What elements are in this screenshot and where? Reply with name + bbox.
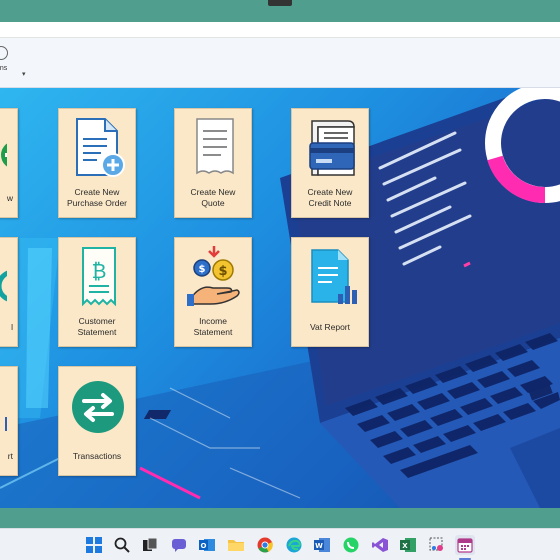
tile-label-line2: Purchase Order bbox=[67, 198, 127, 208]
options-gear-icon[interactable] bbox=[0, 46, 8, 60]
snap-grip-handle[interactable] bbox=[268, 0, 292, 6]
ribbon-dropdown-caret-icon[interactable]: ▾ bbox=[22, 70, 26, 78]
bar-icon bbox=[5, 417, 7, 431]
tile-label-line1: Create New bbox=[307, 187, 353, 197]
tile-create-new-credit-note[interactable]: Create New Credit Note bbox=[291, 108, 369, 218]
svg-text:X: X bbox=[402, 542, 408, 550]
money-hand-icon: $ $ bbox=[187, 246, 240, 306]
windows-taskbar: O W X bbox=[0, 528, 560, 560]
visual-studio-icon[interactable] bbox=[370, 535, 390, 555]
window-bottom-bar bbox=[0, 508, 560, 528]
dashboard-background: w Create New Purchase Order Create New Q… bbox=[0, 88, 560, 508]
snipping-tool-icon[interactable] bbox=[427, 535, 447, 555]
window-header-strip bbox=[0, 22, 560, 38]
chrome-icon[interactable] bbox=[255, 535, 275, 555]
whatsapp-icon[interactable] bbox=[341, 535, 361, 555]
tile-create-new-quote[interactable]: Create New Quote bbox=[174, 108, 252, 218]
exchange-arrows-icon bbox=[72, 381, 124, 433]
calendar-app-icon[interactable] bbox=[455, 535, 475, 555]
svg-text:W: W bbox=[315, 542, 323, 550]
tile-partial-left-3[interactable]: rt bbox=[0, 366, 18, 476]
outlook-icon[interactable]: O bbox=[197, 535, 217, 555]
credit-card-receipt-icon bbox=[309, 120, 355, 176]
svg-text:O: O bbox=[201, 542, 207, 550]
tile-vat-report[interactable]: Vat Report bbox=[291, 237, 369, 347]
receipt-icon bbox=[196, 118, 234, 175]
task-view-icon[interactable] bbox=[140, 535, 160, 555]
tile-label: Create New Quote bbox=[177, 187, 249, 209]
tile-partial-left-2[interactable]: l bbox=[0, 237, 18, 347]
tile-label-line1: Customer bbox=[78, 316, 116, 326]
ribbon-toolbar: ons ▾ bbox=[0, 38, 560, 88]
tile-label-line1: Create New bbox=[190, 187, 236, 197]
tile-customer-statement[interactable]: ₿ Customer Statement bbox=[58, 237, 136, 347]
tile-label: Customer Statement bbox=[61, 316, 133, 338]
tile-label: Create New Credit Note bbox=[294, 187, 366, 209]
tile-label: Transactions bbox=[72, 451, 122, 461]
tile-label: Vat Report bbox=[309, 322, 350, 332]
tile-create-new-purchase-order[interactable]: Create New Purchase Order bbox=[58, 108, 136, 218]
tile-label: l bbox=[11, 322, 13, 332]
svg-text:₿: ₿ bbox=[92, 259, 107, 283]
tile-create-new-invoice[interactable]: w bbox=[0, 108, 18, 218]
document-add-icon bbox=[76, 118, 125, 177]
bitcoin-receipt-icon: ₿ bbox=[82, 247, 116, 307]
tile-income-statement[interactable]: $ $ Income Statement bbox=[174, 237, 252, 347]
chat-icon[interactable] bbox=[169, 535, 189, 555]
tile-label-line2: Quote bbox=[201, 198, 225, 208]
word-icon[interactable]: W bbox=[312, 535, 332, 555]
tile-label-line2: Statement bbox=[77, 327, 117, 337]
add-green-icon bbox=[1, 143, 7, 167]
tile-label-line1: Income bbox=[199, 316, 227, 326]
windows-start-icon[interactable] bbox=[84, 535, 104, 555]
tile-label-line2: Statement bbox=[193, 327, 233, 337]
window-title-bar bbox=[0, 0, 560, 22]
ribbon-options-label[interactable]: ons bbox=[0, 65, 7, 72]
search-icon[interactable] bbox=[112, 535, 132, 555]
tile-transactions[interactable]: Transactions bbox=[58, 366, 136, 476]
report-chart-icon bbox=[311, 249, 357, 304]
excel-icon[interactable]: X bbox=[398, 535, 418, 555]
tile-label: Create New Purchase Order bbox=[61, 187, 133, 209]
svg-text:$: $ bbox=[218, 264, 227, 279]
tile-label: Income Statement bbox=[177, 316, 249, 338]
tile-label: rt bbox=[7, 451, 13, 461]
file-explorer-icon[interactable] bbox=[226, 535, 246, 555]
tile-label-line2: Credit Note bbox=[308, 198, 352, 208]
edge-icon[interactable] bbox=[284, 535, 304, 555]
tile-label: w bbox=[6, 193, 13, 203]
svg-text:$: $ bbox=[199, 264, 206, 275]
teal-circle-icon bbox=[0, 270, 7, 302]
tile-label-line1: Create New bbox=[74, 187, 120, 197]
